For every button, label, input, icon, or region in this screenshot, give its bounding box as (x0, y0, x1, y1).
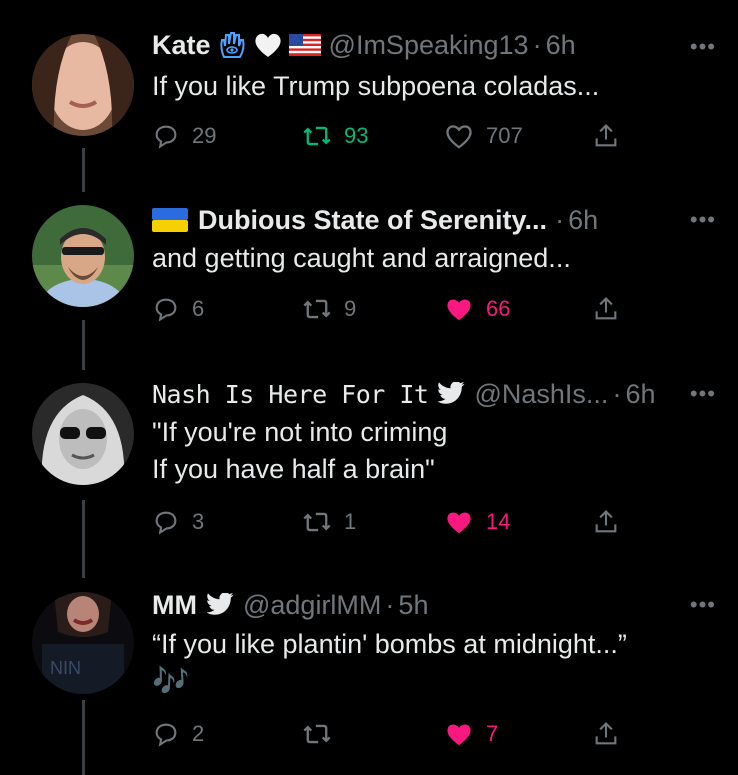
reply-icon (155, 298, 177, 322)
retweet-icon (303, 512, 331, 532)
more-options-button[interactable]: ••• (690, 381, 716, 407)
separator-dot: · (555, 204, 565, 235)
timestamp[interactable]: 6h (625, 379, 655, 410)
us-flag-icon (288, 34, 321, 56)
reply-count: 2 (192, 721, 205, 746)
display-name[interactable]: Dubious State of Serenity... (198, 205, 547, 236)
reply-icon (155, 723, 177, 747)
tweet-actions: 2 7 (152, 714, 632, 754)
tweet-text: “If you like plantin' bombs at midnight.… (152, 626, 627, 663)
reply-button[interactable]: 3 (152, 502, 204, 542)
tweet-header: MM @adgirlMM · 5h (152, 588, 428, 622)
timestamp[interactable]: 6h (568, 205, 598, 236)
retweet-button[interactable]: 9 (302, 289, 356, 329)
tweet-actions: 3 1 14 (152, 502, 632, 542)
heart-outline-icon (446, 125, 472, 149)
retweet-button[interactable] (302, 714, 344, 754)
share-button[interactable] (592, 714, 620, 754)
like-button[interactable]: 66 (444, 289, 510, 329)
tweet[interactable]: Dubious State of Serenity... · 6h ••• an… (0, 175, 738, 355)
reply-count: 6 (192, 296, 205, 321)
tweet-actions: 6 9 66 (152, 289, 632, 329)
share-button[interactable] (592, 289, 620, 329)
retweet-icon (303, 724, 331, 744)
retweet-count: 93 (344, 123, 369, 148)
share-button[interactable] (592, 116, 620, 156)
tweet-text-line: and getting caught and arraigned... (152, 243, 571, 273)
like-button[interactable]: 14 (444, 502, 510, 542)
retweet-button[interactable]: 1 (302, 502, 356, 542)
display-name[interactable]: MM (152, 590, 197, 621)
display-name[interactable]: Nash Is Here For It (152, 380, 429, 409)
reply-count: 3 (192, 509, 205, 534)
like-button[interactable]: 7 (444, 714, 498, 754)
timestamp[interactable]: 6h (546, 30, 576, 61)
timestamp[interactable]: 5h (398, 590, 428, 621)
avatar[interactable] (32, 34, 134, 136)
avatar[interactable]: NIN (32, 592, 134, 694)
more-options-button[interactable]: ••• (690, 592, 716, 618)
separator-dot: · (612, 378, 622, 409)
like-count: 707 (486, 123, 523, 148)
retweet-icon (303, 126, 331, 146)
separator-dot: · (532, 29, 542, 60)
heart-filled-icon (447, 724, 471, 746)
tweet-header: Kate @ImSpeaking13 · 6h (152, 28, 576, 62)
retweet-count: 1 (344, 509, 357, 534)
twitter-bird-icon (206, 593, 235, 617)
tweet[interactable]: Kate @ImSpeaking13 · 6h ••• If you like … (0, 0, 738, 175)
svg-text:NIN: NIN (50, 658, 81, 678)
hamsa-icon (217, 30, 247, 60)
twitter-bird-icon (438, 382, 466, 406)
tweet-text: "If you're not into criming If you have … (152, 414, 447, 488)
like-count: 7 (486, 721, 499, 746)
share-icon (595, 124, 617, 147)
reply-button[interactable]: 6 (152, 289, 204, 329)
tweet-header: Nash Is Here For It @NashIs... · 6h (152, 377, 655, 411)
share-button[interactable] (592, 502, 620, 542)
tweet-text-line: "If you're not into criming (152, 417, 448, 447)
like-count: 14 (486, 509, 511, 534)
heart-filled-icon (447, 299, 471, 321)
avatar[interactable] (32, 383, 134, 485)
share-icon (595, 297, 617, 320)
user-handle[interactable]: @NashIs... (474, 379, 608, 410)
like-count: 66 (486, 296, 511, 321)
tweet[interactable]: NIN MM @adgirlMM · 5h ••• “If you like p… (0, 570, 738, 775)
tweet-text-line: If you have half a brain" (152, 454, 435, 484)
heart-filled-icon (447, 512, 471, 534)
reply-count: 29 (192, 123, 217, 148)
like-button[interactable]: 707 (444, 116, 523, 156)
more-options-button[interactable]: ••• (690, 207, 716, 233)
avatar[interactable] (32, 205, 134, 307)
more-options-button[interactable]: ••• (690, 34, 716, 60)
user-handle[interactable]: @adgirlMM (243, 590, 381, 621)
display-name[interactable]: Kate (152, 30, 211, 61)
reply-button[interactable]: 2 (152, 714, 204, 754)
retweet-count: 9 (344, 296, 357, 321)
tweet-text-line: If you like Trump subpoena coladas... (152, 71, 600, 101)
reply-icon (155, 511, 177, 535)
user-handle[interactable]: @ImSpeaking13 (329, 30, 529, 61)
music-notes-emoji: 🎶 (152, 665, 190, 698)
share-icon (595, 510, 617, 533)
tweet-text: If you like Trump subpoena coladas... (152, 68, 599, 105)
tweet-text-line: “If you like plantin' bombs at midnight.… (152, 629, 627, 659)
reply-icon (155, 125, 177, 149)
share-icon (595, 722, 617, 745)
ukraine-flag-icon (152, 208, 188, 232)
tweet[interactable]: Nash Is Here For It @NashIs... · 6h ••• … (0, 355, 738, 570)
retweet-button[interactable]: 93 (302, 116, 368, 156)
retweet-icon (303, 299, 331, 319)
separator-dot: · (385, 589, 395, 620)
reply-button[interactable]: 29 (152, 116, 216, 156)
tweet-header: Dubious State of Serenity... · 6h (152, 203, 598, 237)
white-heart-icon (253, 31, 283, 59)
tweet-actions: 29 93 707 (152, 116, 632, 156)
tweet-text: and getting caught and arraigned... (152, 240, 571, 277)
